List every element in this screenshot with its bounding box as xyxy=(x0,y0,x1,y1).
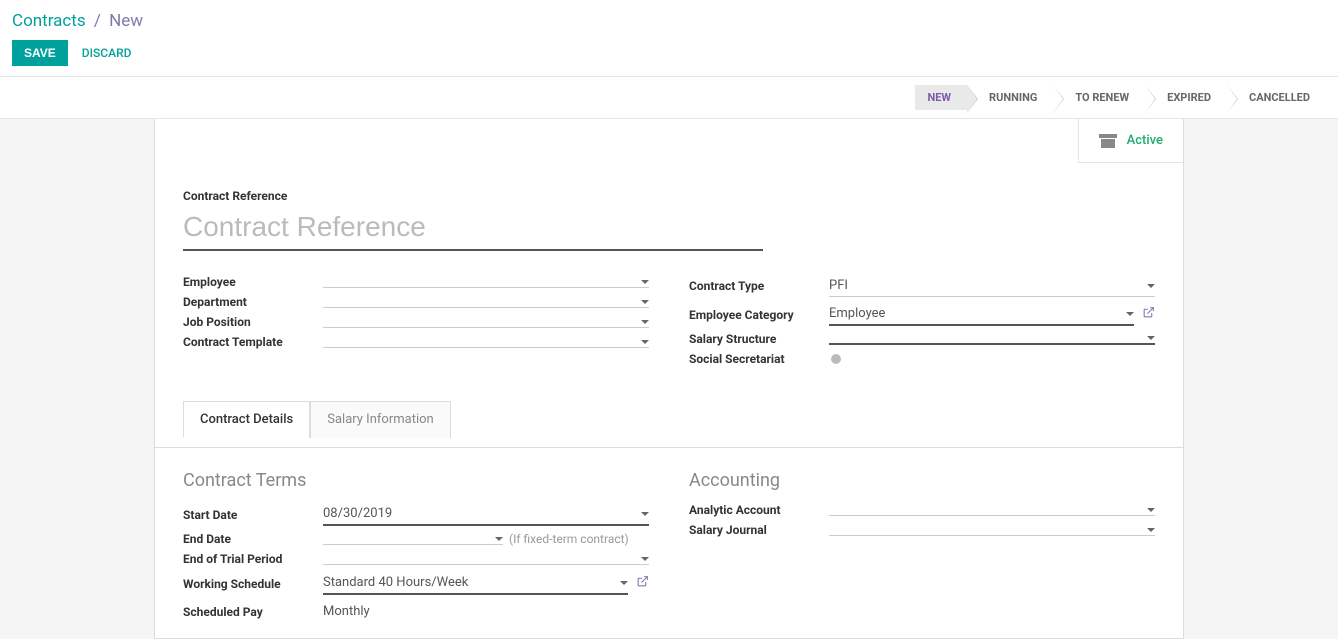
analytic-account-select[interactable] xyxy=(829,505,1155,516)
breadcrumb-parent[interactable]: Contracts xyxy=(12,11,86,31)
analytic-account-label: Analytic Account xyxy=(689,503,829,517)
department-select[interactable] xyxy=(323,297,649,308)
contract-type-label: Contract Type xyxy=(689,279,829,293)
chevron-down-icon xyxy=(641,320,649,324)
chevron-down-icon xyxy=(1147,508,1155,512)
salary-structure-select[interactable] xyxy=(829,333,1155,345)
status-cancelled[interactable]: CANCELLED xyxy=(1227,85,1326,110)
status-dot-icon xyxy=(831,354,841,364)
employee-label: Employee xyxy=(183,275,323,289)
employee-select[interactable] xyxy=(323,277,649,288)
chevron-down-icon xyxy=(495,537,503,541)
save-button[interactable]: SAVE xyxy=(12,40,68,66)
breadcrumb-current: New xyxy=(109,11,143,31)
tab-salary-information[interactable]: Salary Information xyxy=(310,401,450,438)
chevron-down-icon xyxy=(1147,336,1155,340)
chevron-down-icon xyxy=(641,340,649,344)
contract-reference-input[interactable] xyxy=(183,207,763,251)
contract-reference-label: Contract Reference xyxy=(183,189,1155,203)
salary-structure-label: Salary Structure xyxy=(689,332,829,346)
chevron-down-icon xyxy=(641,300,649,304)
active-toggle[interactable]: Active xyxy=(1078,119,1183,163)
chevron-down-icon xyxy=(641,280,649,284)
accounting-title: Accounting xyxy=(689,470,1155,491)
start-date-label: Start Date xyxy=(183,508,323,522)
external-link-icon[interactable] xyxy=(1142,306,1155,323)
contract-type-select[interactable]: PFI xyxy=(829,275,1155,297)
archive-icon xyxy=(1099,134,1117,148)
breadcrumb-sep: / xyxy=(94,11,101,31)
salary-journal-label: Salary Journal xyxy=(689,523,829,537)
contract-terms-title: Contract Terms xyxy=(183,470,649,491)
scheduled-pay-label: Scheduled Pay xyxy=(183,605,323,619)
external-link-icon[interactable] xyxy=(636,575,649,592)
department-label: Department xyxy=(183,295,323,309)
discard-button[interactable]: DISCARD xyxy=(82,46,132,60)
salary-journal-select[interactable] xyxy=(829,525,1155,536)
status-to-renew[interactable]: TO RENEW xyxy=(1053,85,1145,110)
contract-template-label: Contract Template xyxy=(183,335,323,349)
status-expired[interactable]: EXPIRED xyxy=(1145,85,1227,110)
start-date-input[interactable]: 08/30/2019 xyxy=(323,503,649,526)
chevron-down-icon xyxy=(641,557,649,561)
tab-contract-details[interactable]: Contract Details xyxy=(183,401,310,438)
status-running[interactable]: RUNNING xyxy=(967,85,1053,110)
contract-template-select[interactable] xyxy=(323,337,649,348)
end-date-hint: (If fixed-term contract) xyxy=(509,532,629,546)
end-trial-input[interactable] xyxy=(323,554,649,565)
social-secretariat-label: Social Secretariat xyxy=(689,352,829,366)
employee-category-label: Employee Category xyxy=(689,308,829,322)
active-label: Active xyxy=(1127,133,1163,148)
working-schedule-label: Working Schedule xyxy=(183,577,323,591)
end-date-label: End Date xyxy=(183,532,323,546)
employee-category-select[interactable]: Employee xyxy=(829,303,1134,326)
status-new[interactable]: NEW xyxy=(915,85,967,110)
job-position-label: Job Position xyxy=(183,315,323,329)
job-position-select[interactable] xyxy=(323,317,649,328)
social-secretariat-status[interactable] xyxy=(829,354,841,364)
chevron-down-icon xyxy=(620,581,628,585)
chevron-down-icon xyxy=(1147,284,1155,288)
end-trial-label: End of Trial Period xyxy=(183,552,323,566)
chevron-down-icon xyxy=(1126,312,1134,316)
breadcrumb: Contracts / New xyxy=(12,10,1326,32)
scheduled-pay-select[interactable]: Monthly xyxy=(323,601,649,622)
status-bar: NEW RUNNING TO RENEW EXPIRED CANCELLED xyxy=(915,85,1326,110)
chevron-down-icon xyxy=(1147,528,1155,532)
working-schedule-select[interactable]: Standard 40 Hours/Week xyxy=(323,572,628,595)
chevron-down-icon xyxy=(641,512,649,516)
end-date-input[interactable] xyxy=(323,534,503,545)
